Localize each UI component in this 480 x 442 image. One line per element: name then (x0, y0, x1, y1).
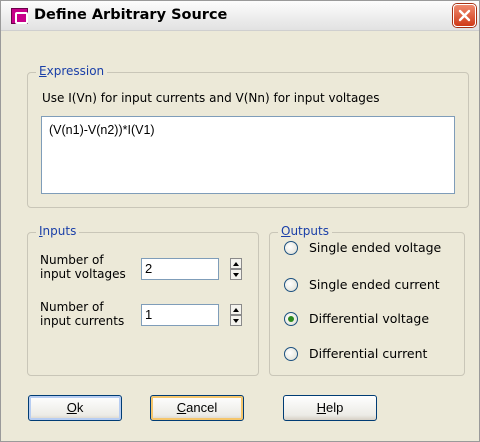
ok-button[interactable]: Ok (28, 395, 122, 421)
expression-legend: Expression (36, 64, 108, 78)
radio-button[interactable] (284, 241, 298, 255)
input-currents-label: Number of input currents (40, 300, 125, 328)
spin-down-arrow-icon[interactable] (230, 269, 242, 280)
spin-down-arrow-icon[interactable] (230, 315, 242, 326)
outputs-legend: Outputs (278, 224, 332, 238)
inputs-legend: Inputs (36, 224, 80, 238)
arbitrary-source-icon (11, 8, 28, 24)
input-currents-spinner[interactable] (230, 304, 242, 326)
close-icon (458, 9, 471, 22)
radio-label: Differential voltage (309, 311, 430, 326)
input-voltages-field[interactable]: 2 (141, 258, 219, 280)
radio-label: Single ended voltage (309, 240, 442, 255)
input-currents-field[interactable]: 1 (141, 304, 219, 326)
radio-button-selected[interactable] (284, 312, 298, 326)
cancel-button[interactable]: Cancel (150, 395, 244, 421)
input-voltages-spinner[interactable] (230, 258, 242, 280)
radio-label: Differential current (309, 346, 428, 361)
input-voltages-label: Number of input voltages (40, 253, 126, 281)
spin-up-arrow-icon[interactable] (230, 304, 242, 315)
radio-button[interactable] (284, 347, 298, 361)
define-arbitrary-source-dialog: Define Arbitrary Source Expression Use I… (0, 0, 480, 442)
help-button[interactable]: Help (283, 395, 377, 421)
expression-hint: Use I(Vn) for input currents and V(Nn) f… (42, 91, 380, 105)
radio-button[interactable] (284, 278, 298, 292)
spin-up-arrow-icon[interactable] (230, 258, 242, 269)
close-button[interactable] (453, 4, 476, 27)
title-bar[interactable]: Define Arbitrary Source (1, 1, 479, 31)
dialog-title: Define Arbitrary Source (34, 7, 228, 23)
radio-label: Single ended current (309, 277, 440, 292)
expression-input[interactable]: (V(n1)-V(n2))*I(V1) (41, 116, 455, 194)
